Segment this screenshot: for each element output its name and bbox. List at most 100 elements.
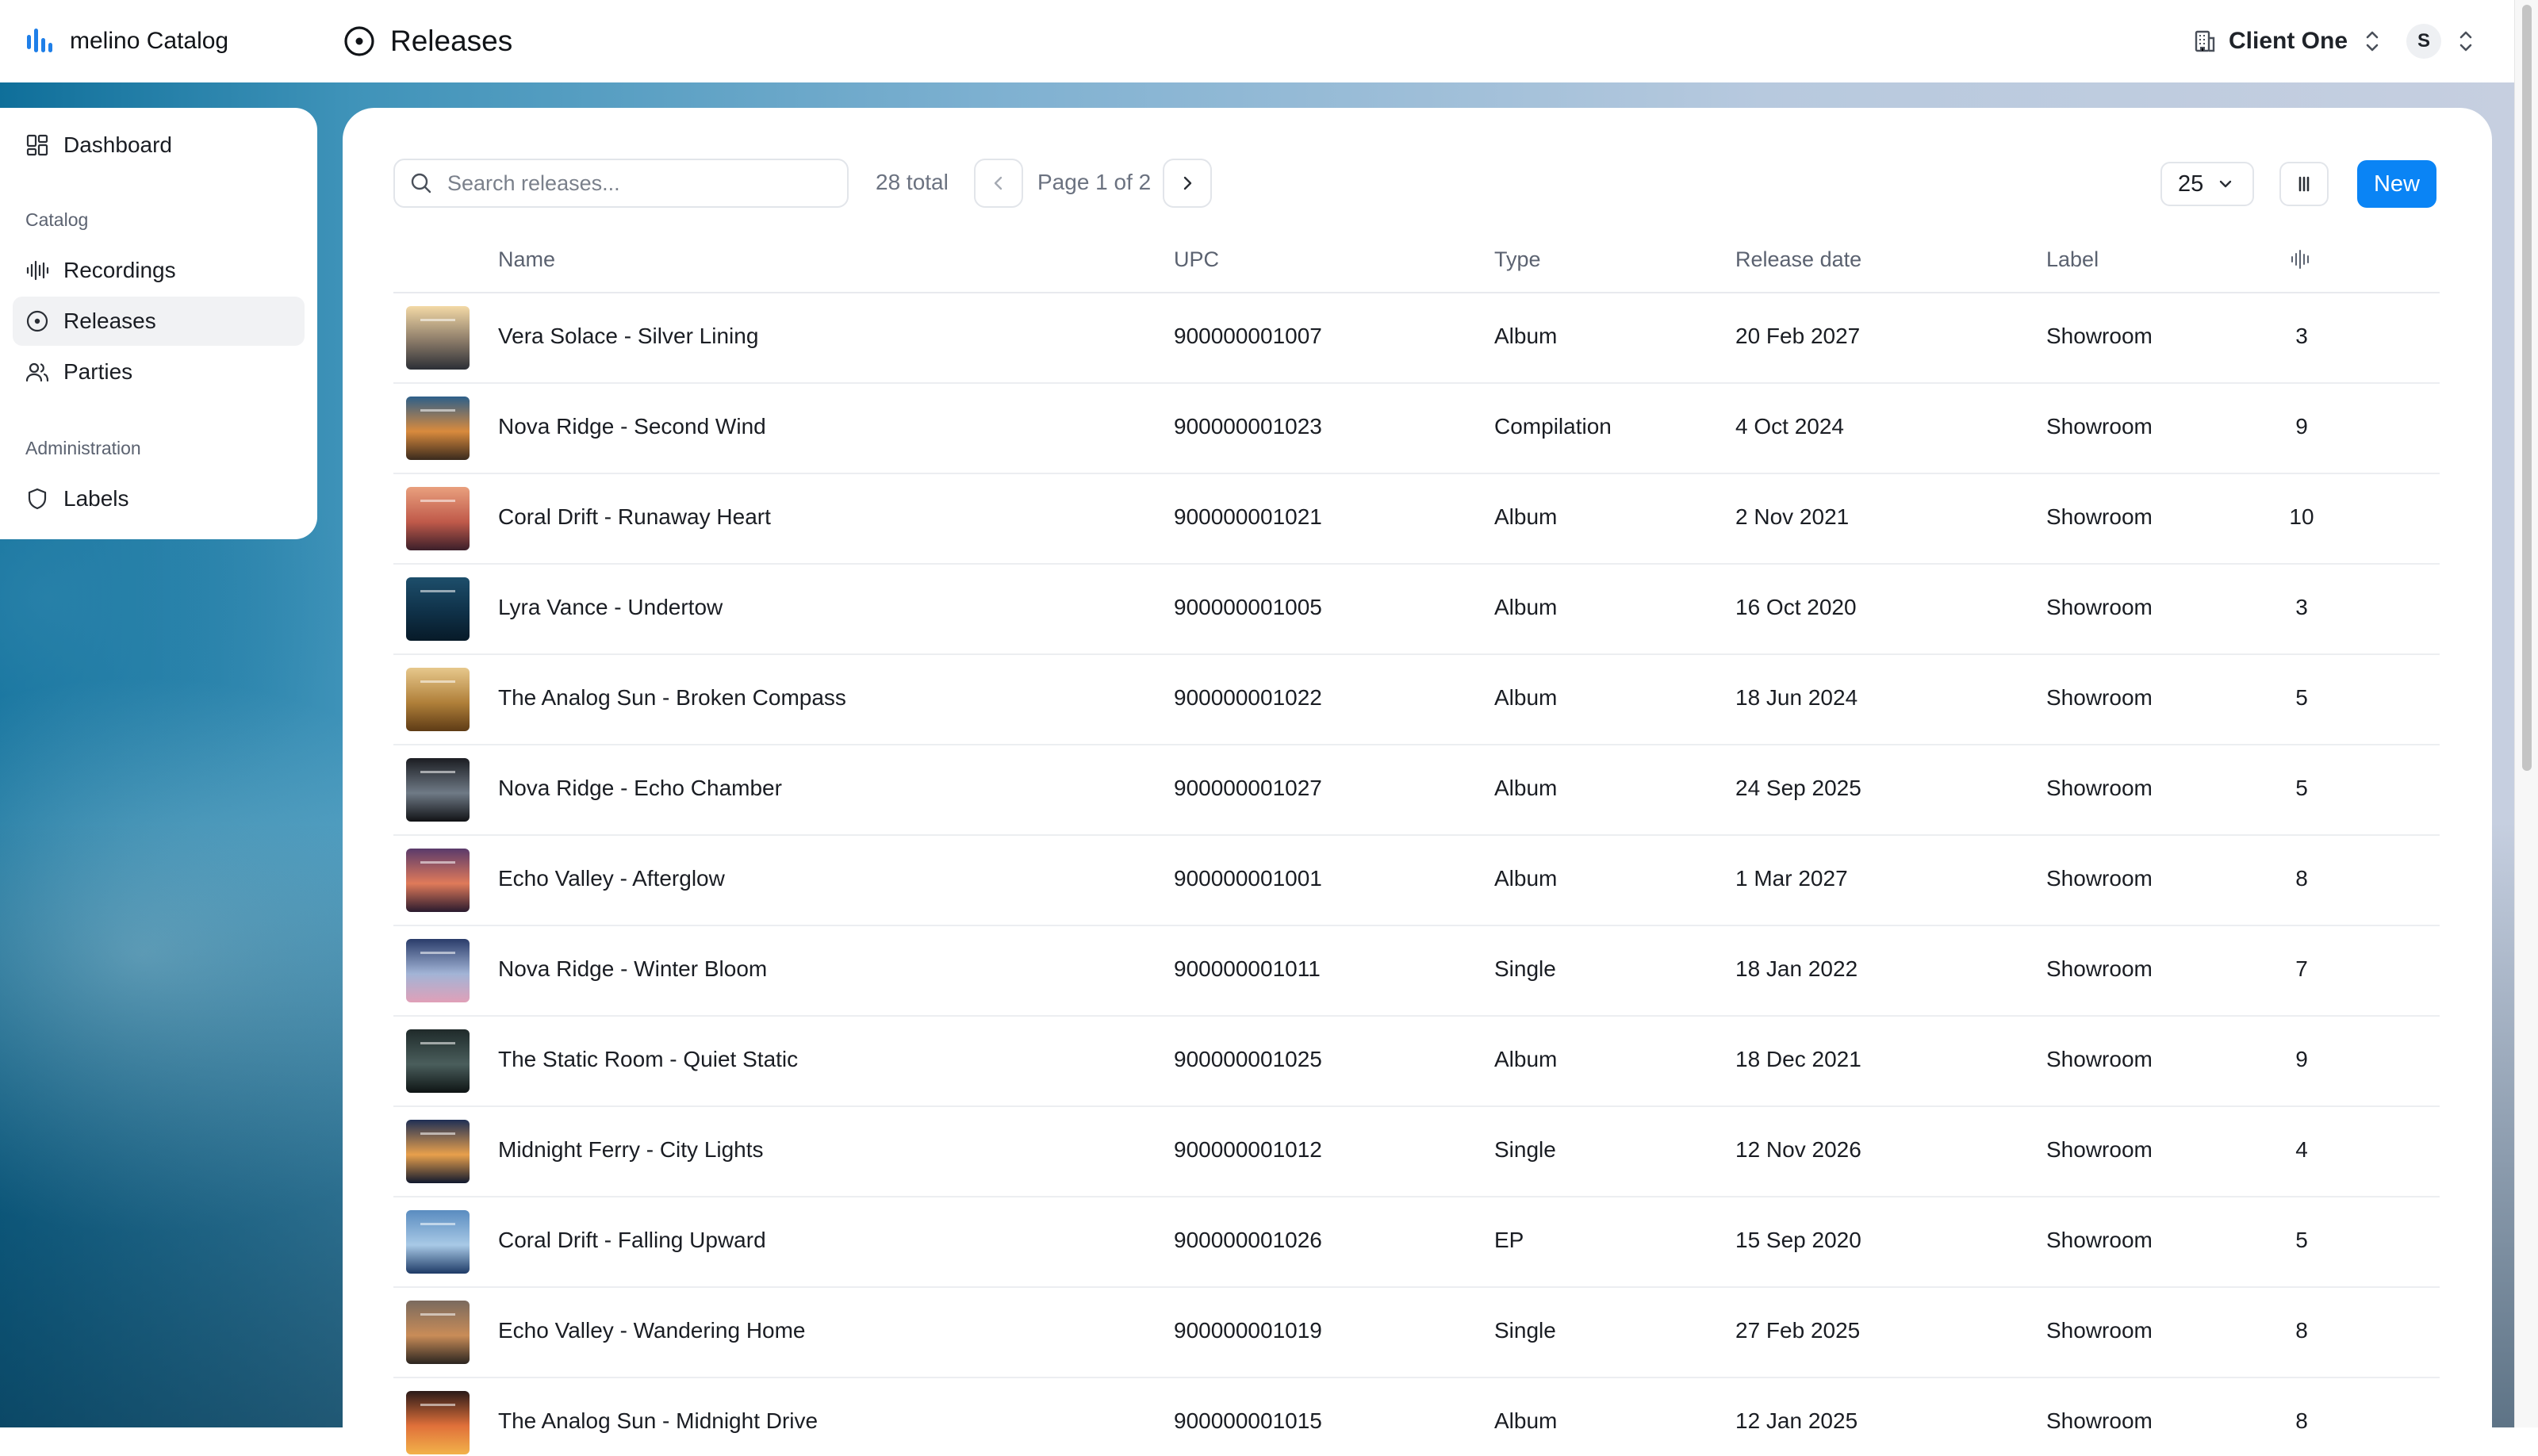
table-row[interactable]: Coral Drift - Falling Upward 900000001026… (393, 1197, 2440, 1288)
column-header-type[interactable]: Type (1494, 247, 1541, 272)
table-row[interactable]: The Static Room - Quiet Static 9000000010… (393, 1017, 2440, 1107)
table-row[interactable]: Echo Valley - Afterglow 900000001001 Album… (393, 836, 2440, 926)
cell-name: Lyra Vance - Undertow (498, 595, 723, 619)
per-page-select[interactable]: 25 (2160, 162, 2254, 206)
sidebar-item-labels[interactable]: Labels (13, 474, 305, 523)
cell-track-count: 3 (2295, 595, 2308, 619)
next-page-button[interactable] (1163, 159, 1212, 208)
cell-release-date: 1 Mar 2027 (1735, 866, 1848, 891)
cell-upc: 900000001021 (1174, 504, 1322, 529)
search-input[interactable] (446, 170, 830, 197)
release-cover-image (406, 487, 470, 550)
cell-release-date: 16 Oct 2020 (1735, 595, 1857, 619)
cell-label: Showroom (2046, 866, 2153, 891)
release-cover-image (406, 306, 470, 370)
release-cover-image (406, 577, 470, 641)
table-body: Vera Solace - Silver Lining 900000001007 A… (393, 293, 2440, 1456)
cell-release-date: 18 Jun 2024 (1735, 685, 1858, 710)
sidebar-item-releases[interactable]: Releases (13, 297, 305, 346)
cell-release-date: 15 Sep 2020 (1735, 1228, 1861, 1252)
table-row[interactable]: Coral Drift - Runaway Heart 900000001021 A… (393, 474, 2440, 565)
chevron-left-icon (994, 176, 1003, 190)
disc-icon (26, 310, 48, 332)
chevron-down-icon (2220, 180, 2232, 188)
cell-name: Midnight Ferry - City Lights (498, 1137, 764, 1162)
column-header-name[interactable]: Name (498, 247, 555, 272)
cell-type: Album (1494, 685, 1558, 710)
column-header-upc[interactable]: UPC (1174, 247, 1219, 272)
release-cover-image (406, 1029, 470, 1093)
cell-release-date: 24 Sep 2025 (1735, 776, 1861, 800)
cell-name: The Analog Sun - Midnight Drive (498, 1408, 819, 1433)
table-row[interactable]: Nova Ridge - Second Wind 900000001023 Comp… (393, 384, 2440, 474)
cell-label: Showroom (2046, 1408, 2153, 1433)
columns-icon (2298, 176, 2310, 192)
total-count: 28 total (876, 170, 949, 194)
previous-page-button[interactable] (974, 159, 1023, 208)
cell-upc: 900000001022 (1174, 685, 1322, 710)
columns-toggle-button[interactable] (2279, 162, 2329, 206)
sidebar-section-catalog: Catalog (25, 209, 89, 230)
cell-release-date: 2 Nov 2021 (1735, 504, 1850, 529)
client-switcher[interactable]: Client One (2192, 24, 2383, 59)
scrollbar-thumb[interactable] (2522, 5, 2532, 771)
cell-upc: 900000001005 (1174, 595, 1322, 619)
new-release-button[interactable]: New (2357, 160, 2436, 208)
release-cover-image (406, 1120, 470, 1183)
release-cover-image (406, 758, 470, 822)
chevron-up-down-icon (2459, 31, 2472, 52)
page-scrollbar[interactable] (2514, 0, 2538, 1427)
page-title: Releases (390, 25, 513, 57)
table-row[interactable]: Midnight Ferry - City Lights 900000001012… (393, 1107, 2440, 1197)
cell-name: Nova Ridge - Winter Bloom (498, 956, 768, 981)
cell-label: Showroom (2046, 1137, 2153, 1162)
table-row[interactable]: Lyra Vance - Undertow 900000001005 Album 16… (393, 565, 2440, 655)
search-icon (411, 173, 431, 193)
table-row[interactable]: Echo Valley - Wandering Home 900000001019… (393, 1288, 2440, 1378)
cell-label: Showroom (2046, 776, 2153, 800)
cell-label: Showroom (2046, 1318, 2153, 1343)
sidebar-item-recordings[interactable]: Recordings (13, 246, 305, 295)
cell-track-count: 9 (2295, 414, 2308, 439)
waveform-icon[interactable] (2289, 247, 2313, 271)
cell-track-count: 7 (2295, 956, 2308, 981)
cell-name: Nova Ridge - Echo Chamber (498, 776, 782, 800)
cell-type: Single (1494, 1137, 1556, 1162)
release-cover-image (406, 397, 470, 460)
cell-track-count: 5 (2295, 685, 2308, 710)
column-header-label[interactable]: Label (2046, 247, 2099, 272)
cell-track-count: 9 (2295, 1047, 2308, 1071)
user-menu[interactable]: S (2406, 24, 2476, 59)
disc-icon (344, 26, 374, 56)
table-row[interactable]: Nova Ridge - Winter Bloom 900000001011 Sin… (393, 926, 2440, 1017)
brand[interactable]: melino Catalog (25, 24, 228, 59)
cell-name: Vera Solace - Silver Lining (498, 324, 759, 348)
sidebar-item-label: Parties (63, 359, 133, 384)
sidebar-item-parties[interactable]: Parties (13, 347, 305, 397)
cell-track-count: 8 (2295, 1408, 2308, 1433)
cell-name: The Static Room - Quiet Static (498, 1047, 799, 1071)
cell-label: Showroom (2046, 1228, 2153, 1252)
chevron-right-icon (1183, 176, 1192, 190)
column-header-release-date[interactable]: Release date (1735, 247, 1861, 272)
sidebar-item-dashboard[interactable]: Dashboard (13, 121, 305, 170)
cell-upc: 900000001012 (1174, 1137, 1322, 1162)
release-cover-image (406, 1210, 470, 1274)
release-cover-image (406, 1301, 470, 1364)
cell-upc: 900000001015 (1174, 1408, 1322, 1433)
cell-upc: 900000001019 (1174, 1318, 1322, 1343)
cell-label: Showroom (2046, 685, 2153, 710)
cell-track-count: 8 (2295, 866, 2308, 891)
table-row[interactable]: The Analog Sun - Broken Compass 900000001… (393, 655, 2440, 745)
cell-name: Echo Valley - Afterglow (498, 866, 725, 891)
cell-type: Album (1494, 866, 1558, 891)
cell-track-count: 10 (2289, 504, 2314, 529)
cell-name: Echo Valley - Wandering Home (498, 1318, 806, 1343)
table-row[interactable]: Nova Ridge - Echo Chamber 900000001027 Alb… (393, 745, 2440, 836)
table-row[interactable]: The Analog Sun - Midnight Drive 900000001… (393, 1378, 2440, 1456)
cell-type: EP (1494, 1228, 1524, 1252)
search-box[interactable] (393, 159, 849, 208)
cell-track-count: 3 (2295, 324, 2308, 348)
table-row[interactable]: Vera Solace - Silver Lining 900000001007 A… (393, 293, 2440, 384)
cell-upc: 900000001025 (1174, 1047, 1322, 1071)
